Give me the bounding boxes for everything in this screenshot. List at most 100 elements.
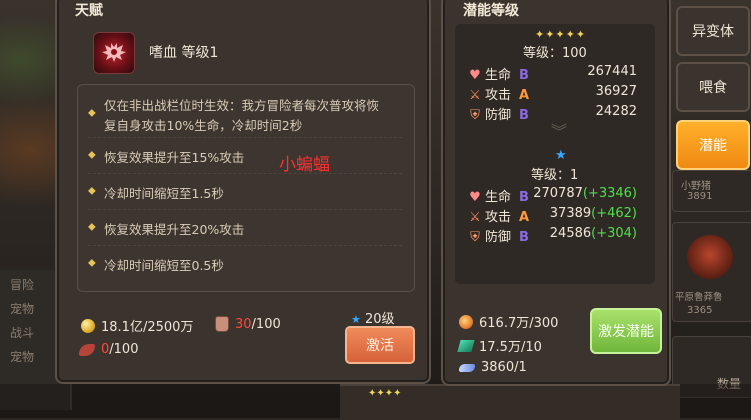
stat-grade: B (519, 230, 529, 245)
level-requirement: ★ 20级 (351, 308, 395, 327)
monster-portrait (687, 235, 733, 279)
cost-text: 3860/1 (481, 360, 527, 375)
stat-value: 267441 (587, 64, 637, 79)
effect-text: 恢复效果提升至15%攻击 (104, 150, 245, 165)
talent-panel-title: 天赋 (75, 3, 103, 19)
talent-effects-list: ◆ 仅在非出战栏位时生效：我方冒险者每次普攻将恢 复自身攻击10%生命，冷却时间… (77, 84, 415, 292)
effect-text: 恢复效果提升至20%攻击 (104, 222, 245, 237)
double-chevron-down-icon: ︾ (551, 122, 568, 141)
heart-icon: ♥ (469, 68, 481, 83)
stat-value-row: 270787(+3346) (533, 186, 637, 201)
tab-mutant[interactable]: 异变体 (676, 6, 750, 56)
side-card-boar: 小野猪 3891 (672, 170, 751, 212)
stat-grade: A (519, 210, 530, 225)
stat-grade: B (519, 68, 529, 83)
wing-cost: 0/100 (79, 342, 138, 357)
sword-icon: ⚔ (469, 88, 481, 103)
effect-text: 冷却时间缩短至0.5秒 (104, 258, 224, 273)
stat-name: 防御 (485, 230, 512, 245)
diamond-bullet-icon: ◆ (88, 257, 96, 269)
effect-text: 复自身攻击10%生命，冷却时间2秒 (104, 118, 303, 133)
stat-value: 37389 (549, 206, 592, 221)
cost-text: 17.5万/10 (479, 340, 542, 355)
shield-icon: ⛨ (470, 230, 480, 245)
current-level: 等级：100 (523, 46, 587, 61)
effect-text: 仅在非出战栏位时生效：我方冒险者每次普攻将恢 (104, 98, 380, 113)
stat-value: 24586 (549, 226, 592, 241)
diamond-bullet-icon: ◆ (88, 185, 96, 197)
next-stat-def: ⛨ 防御 B 24586(+304) (469, 226, 645, 245)
level-requirement-text: 20级 (365, 312, 395, 327)
diamond-bullet-icon: ◆ (88, 149, 96, 161)
green-crystal-icon (457, 339, 475, 352)
star-icon: ★ (555, 148, 567, 163)
gold-cost: 18.1亿/2500万 (81, 316, 193, 335)
effect-item: ◆ 恢复效果提升至15%攻击 (88, 137, 402, 172)
potential-panel-title: 潜能等级 (463, 3, 519, 19)
potion-cost: 30/100 (215, 316, 281, 332)
stat-grade: B (519, 108, 529, 123)
side-card-monster: 平原鲁莽鲁 3365 (672, 222, 751, 322)
tab-feed[interactable]: 喂食 (676, 62, 750, 112)
cost-row-2: 17.5万/10 (457, 336, 542, 355)
gold-cost-text: 18.1亿/2500万 (101, 320, 194, 335)
stat-value: 24282 (595, 104, 637, 119)
potion-icon (215, 316, 229, 332)
effect-item: ◆ 仅在非出战栏位时生效：我方冒险者每次普攻将恢 复自身攻击10%生命，冷却时间… (88, 91, 402, 135)
tab-potential[interactable]: 潜能 (676, 120, 750, 170)
stat-value: 36927 (595, 84, 637, 99)
bat-icon (102, 43, 126, 62)
effect-item: ◆ 冷却时间缩短至0.5秒 (88, 245, 402, 280)
side-card-number: 3365 (687, 305, 713, 316)
cost-row-3: 3860/1 (459, 360, 527, 375)
stat-bonus: (+462) (591, 206, 637, 221)
five-stars-icon: ✦✦✦✦✦ (535, 28, 587, 41)
talent-panel: 天赋 嗜血 等级1 ◆ 仅在非出战栏位时生效：我方冒险者每次普攻将恢 复自身攻击… (55, 0, 431, 384)
next-level: 等级：1 (531, 168, 579, 183)
talent-name: 嗜血 等级1 (149, 45, 219, 61)
annotation-label: 小蝙蝠 (279, 155, 330, 175)
stat-value: 270787 (533, 186, 583, 201)
effect-item: ◆ 恢复效果提升至20%攻击 (88, 209, 402, 244)
cost-text: 616.7万/300 (479, 316, 559, 331)
orange-gem-icon (459, 314, 473, 329)
wing-need: /100 (109, 342, 139, 357)
bloodlust-talent-icon[interactable] (93, 32, 135, 74)
side-card-number: 3891 (687, 191, 713, 202)
stat-grade: A (519, 88, 530, 103)
bottom-strip: ✦✦✦✦ (340, 384, 680, 420)
stat-bonus: (+304) (591, 226, 637, 241)
potion-need: /100 (251, 316, 281, 332)
stat-value-row: 37389(+462) (550, 206, 637, 221)
feather-icon (459, 363, 475, 372)
stat-bonus: (+3346) (582, 186, 637, 201)
stat-name: 攻击 (485, 210, 512, 225)
effect-text: 冷却时间缩短至1.5秒 (104, 186, 224, 201)
stars-decoration: ✦✦✦✦ (368, 388, 402, 399)
wing-icon (79, 343, 95, 356)
potential-panel: 潜能等级 ✦✦✦✦✦ 等级：100 ♥ 生命 B 267441 ⚔ 攻击 A 36927… (441, 0, 671, 386)
stat-name: 生命 (485, 190, 512, 205)
current-stat-def: ⛨ 防御 B 24282 (469, 104, 645, 123)
current-stat-atk: ⚔ 攻击 A 36927 (469, 84, 645, 103)
side-card-name: 小野猪 (681, 181, 711, 192)
stat-value-row: 24586(+304) (550, 226, 637, 241)
gold-coin-icon (81, 318, 95, 333)
potential-stats-box: ✦✦✦✦✦ 等级：100 ♥ 生命 B 267441 ⚔ 攻击 A 36927 ⛨ 防御 B… (455, 24, 655, 284)
cost-row-1: 616.7万/300 (459, 312, 558, 331)
effect-item: ◆ 冷却时间缩短至1.5秒 (88, 173, 402, 208)
awaken-potential-button[interactable]: 激发潜能 (590, 308, 662, 354)
shield-icon: ⛨ (470, 108, 480, 123)
heart-icon: ♥ (469, 190, 481, 205)
activate-button[interactable]: 激活 (345, 326, 415, 364)
stat-name: 防御 (485, 108, 512, 123)
sword-icon: ⚔ (469, 210, 481, 225)
current-stat-hp: ♥ 生命 B 267441 (469, 64, 645, 83)
next-stat-atk: ⚔ 攻击 A 37389(+462) (469, 206, 645, 225)
potion-have: 30 (235, 316, 252, 332)
next-stat-hp: ♥ 生命 B 270787(+3346) (469, 186, 645, 205)
star-icon: ★ (351, 313, 361, 326)
diamond-bullet-icon: ◆ (88, 221, 96, 233)
side-card-name: 平原鲁莽鲁 (675, 292, 723, 303)
stat-name: 生命 (485, 68, 512, 83)
